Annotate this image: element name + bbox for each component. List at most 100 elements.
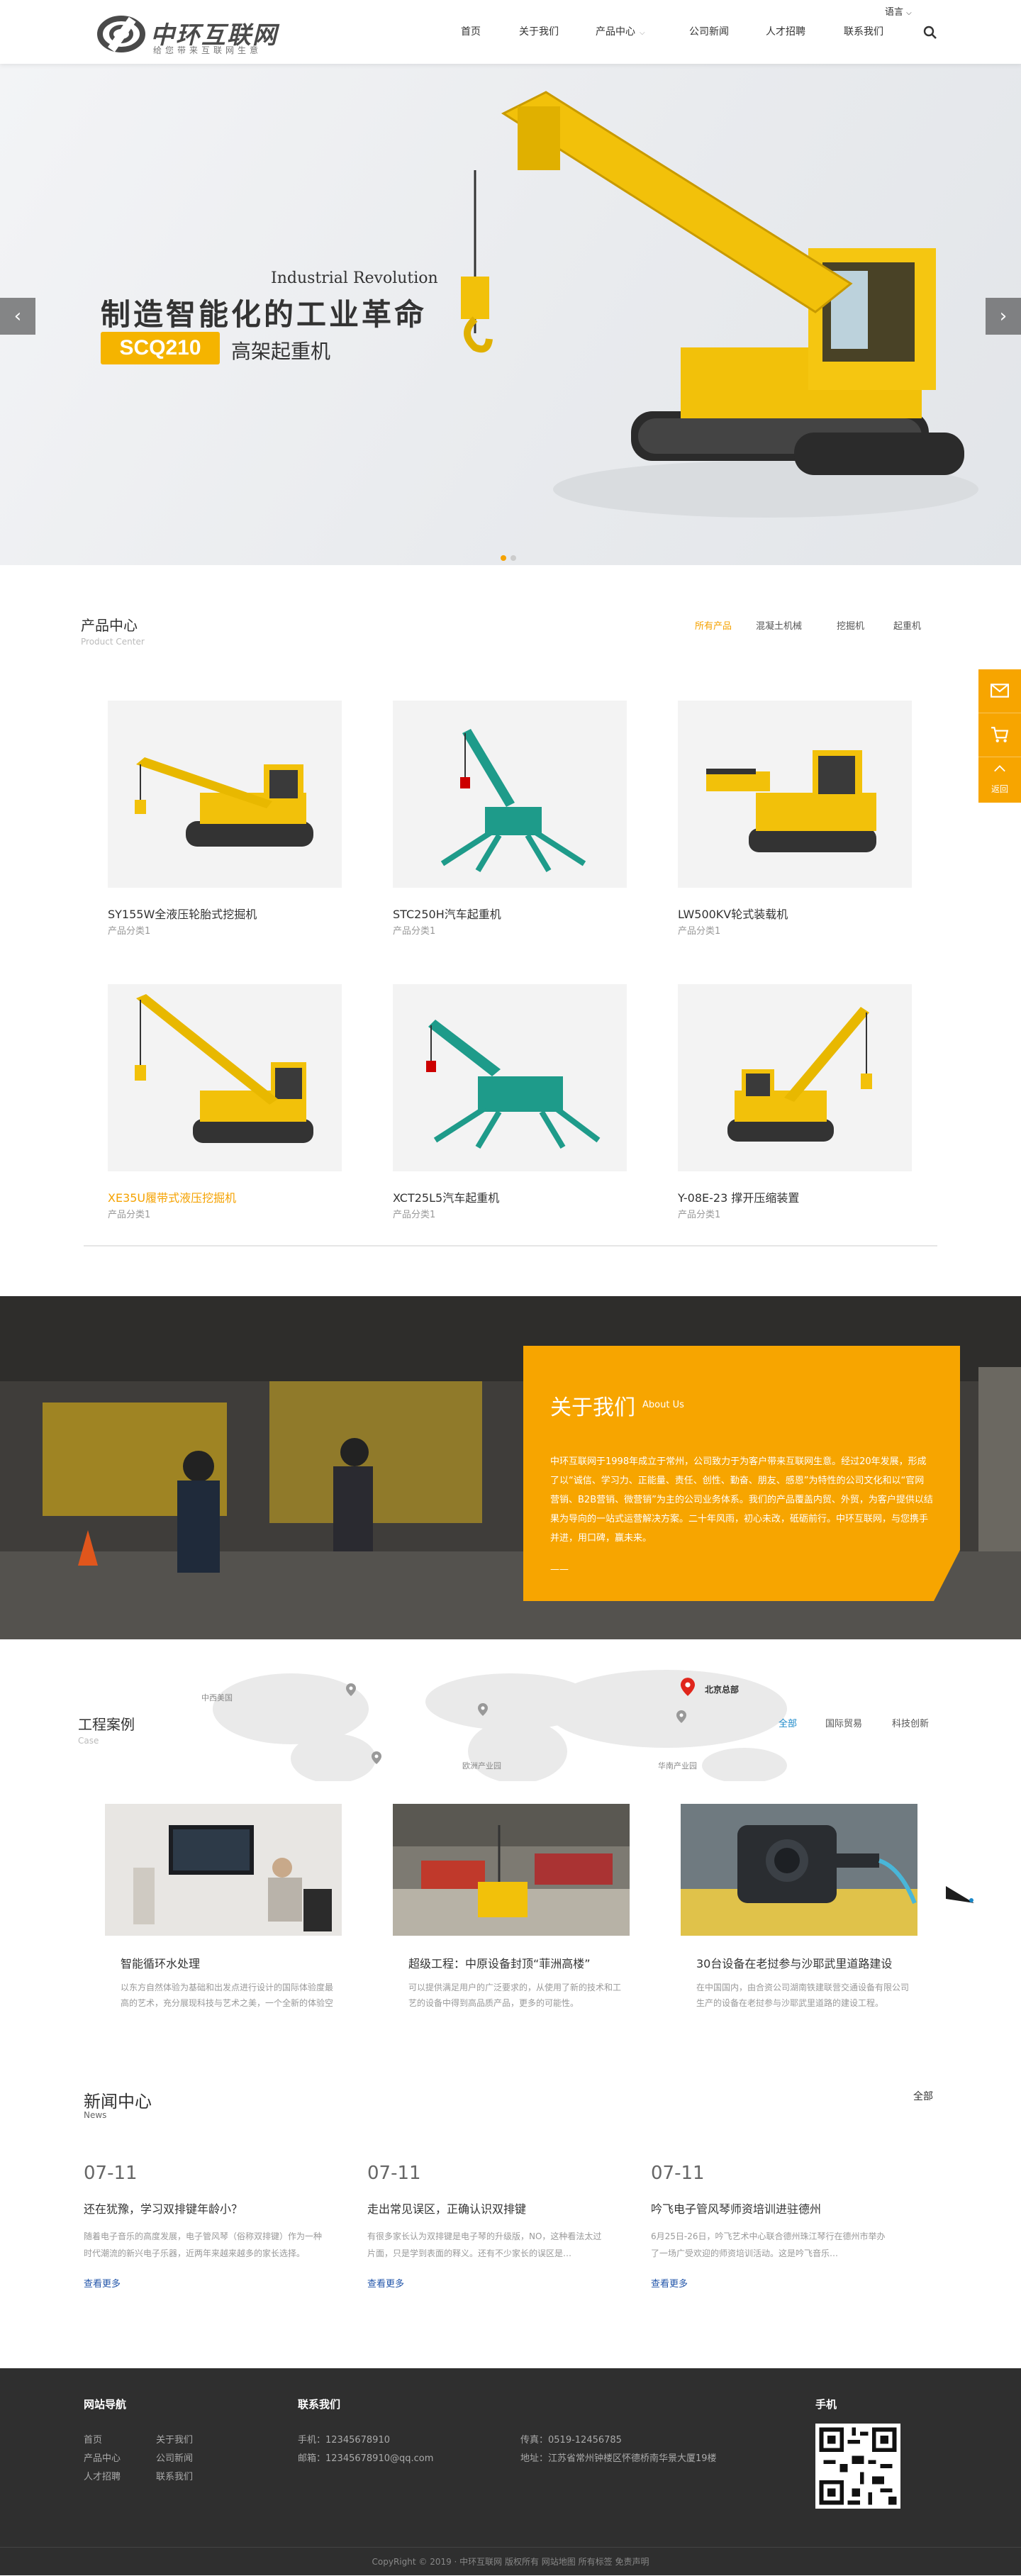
- news-date: 07-11: [651, 2163, 705, 2184]
- tab-all-products[interactable]: 所有产品: [695, 618, 732, 632]
- side-float-bar: 返回: [978, 669, 1021, 803]
- products-divider: [84, 1245, 937, 1247]
- banner-dot-2[interactable]: [510, 555, 516, 561]
- product-category: 产品分类1: [108, 1210, 151, 1220]
- nav-contact[interactable]: 联系我们: [844, 24, 883, 38]
- site-header: 中环互联网 给您带来互联网生意 语言 ⌵ 首页 关于我们 产品中心 ⌵ 公司新闻 …: [0, 0, 1021, 64]
- product-card[interactable]: XE35U履带式液压挖掘机 产品分类1: [81, 957, 364, 1241]
- tab-cranes[interactable]: 起重机: [893, 618, 921, 632]
- nav-products[interactable]: 产品中心 ⌵: [596, 24, 645, 38]
- news-subtitle: News: [84, 2110, 107, 2120]
- footer-link-about[interactable]: 关于我们: [156, 2432, 193, 2446]
- footer-link-news[interactable]: 公司新闻: [156, 2450, 193, 2464]
- footer-link-home[interactable]: 首页: [84, 2432, 102, 2446]
- banner-prev-button[interactable]: ‹: [0, 298, 35, 335]
- language-switch[interactable]: 语言 ⌵: [885, 4, 912, 18]
- crane-image: [727, 1007, 872, 1142]
- news-date: 07-11: [367, 2163, 421, 2184]
- news-more-link[interactable]: 查看更多: [367, 2276, 404, 2290]
- spider-crane-image: [440, 729, 586, 873]
- crane-illustration: [461, 91, 978, 518]
- case-card[interactable]: 30台设备在老挝参与沙耶武里道路建设 在中国国内，由合资公司湖南铁建联营交通设备…: [658, 1781, 930, 2022]
- product-category: 产品分类1: [678, 1210, 721, 1220]
- search-icon[interactable]: [923, 26, 937, 40]
- product-card[interactable]: SY155W全液压轮胎式挖掘机 产品分类1: [81, 674, 364, 957]
- case-photo: [393, 1804, 630, 1936]
- footer-link-contact[interactable]: 联系我们: [156, 2469, 193, 2482]
- map-pin-icon: [478, 1703, 488, 1716]
- footer-email: 邮箱：12345678910@qq.com: [298, 2453, 434, 2464]
- product-card[interactable]: XCT25L5汽车起重机 产品分类1: [366, 957, 649, 1241]
- footer-link-products[interactable]: 产品中心: [84, 2450, 121, 2464]
- product-name: XE35U履带式液压挖掘机: [108, 1191, 237, 1205]
- case-title: 30台设备在老挝参与沙耶武里道路建设: [696, 1957, 893, 1970]
- news-desc: 有很多家长认为双排键是电子琴的升级版，NO，这种看法太过片面，只是学到表面的释义…: [367, 2231, 602, 2258]
- side-message-button[interactable]: [978, 669, 1021, 713]
- map-label-us: 中西美国: [201, 1693, 233, 1702]
- product-category: 产品分类1: [108, 926, 151, 937]
- news-desc: 6月25日-26日，吟飞艺术中心联合德州珠江琴行在德州市举办了一场广受欢迎的师资…: [651, 2231, 886, 2258]
- news-item[interactable]: 07-11 还在犹豫，学习双排键年龄小？ 随着电子音乐的高度发展，电子管风琴（俗…: [84, 2163, 339, 2304]
- about-section: 关于我们 About Us 中环互联网于1998年成立于常州，公司致力于为客户带…: [0, 1296, 1021, 1639]
- logo-slogan: 给您带来互联网生意: [153, 45, 262, 55]
- news-title: 新闻中心: [84, 2092, 152, 2112]
- case-desc: 可以提供满足用户的广泛要求的，从使用了新的技术和工艺的设备中得到高品质产品，更多…: [408, 1983, 621, 2008]
- nav-home[interactable]: 首页: [461, 24, 481, 38]
- about-panel: 关于我们 About Us 中环互联网于1998年成立于常州，公司致力于为客户带…: [523, 1346, 960, 1601]
- nav-about[interactable]: 关于我们: [519, 24, 559, 38]
- about-more-link[interactable]: ——: [550, 1564, 569, 1575]
- product-name: STC250H汽车起重机: [393, 908, 501, 921]
- crane-image: [135, 757, 313, 847]
- cases-title: 工程案例: [78, 1716, 135, 1733]
- chevron-down-icon: ⌵: [640, 29, 645, 37]
- crane-image: [135, 994, 313, 1143]
- banner-next-button[interactable]: ›: [986, 298, 1021, 335]
- case-photo: [105, 1804, 342, 1936]
- news-more-link[interactable]: 查看更多: [651, 2276, 688, 2290]
- map-label-beijing: 北京总部: [705, 1685, 740, 1695]
- banner-dot-1[interactable]: [501, 555, 506, 561]
- news-item[interactable]: 07-11 吟飞电子管风琴师资培训进驻德州 6月25日-26日，吟飞艺术中心联合…: [651, 2163, 906, 2304]
- cases-subtitle: Case: [78, 1736, 99, 1746]
- language-label: 语言: [885, 7, 904, 18]
- product-image: [678, 984, 912, 1171]
- product-card[interactable]: STC250H汽车起重机 产品分类1: [366, 674, 649, 957]
- banner-pagination: [501, 550, 520, 564]
- product-image: [678, 701, 912, 888]
- qr-code-icon: [815, 2424, 900, 2509]
- side-cart-button[interactable]: [978, 713, 1021, 757]
- site-logo[interactable]: 中环互联网 给您带来互联网生意: [96, 13, 281, 55]
- map-label-europe: 欧洲产业园: [462, 1761, 501, 1771]
- footer-copyright: CopyRight © 2019 · 中环互联网 版权所有 网站地图 所有标签 …: [0, 2547, 1021, 2575]
- tab-cases-all[interactable]: 全部: [779, 1716, 797, 1729]
- tab-cases-tech[interactable]: 科技创新: [892, 1716, 929, 1729]
- about-text: 中环互联网于1998年成立于常州，公司致力于为客户带来互联网生意。经过20年发展…: [550, 1456, 933, 1544]
- cart-icon: [991, 727, 1009, 742]
- tab-cases-trade[interactable]: 国际贸易: [825, 1716, 862, 1729]
- news-all-link[interactable]: 全部: [913, 2089, 933, 2103]
- products-title: 产品中心: [81, 617, 138, 634]
- footer-mobile-title: 手机: [815, 2398, 837, 2411]
- tab-concrete-machinery[interactable]: 混凝土机械: [756, 618, 802, 632]
- product-name: LW500KV轮式装载机: [678, 908, 788, 921]
- nav-jobs[interactable]: 人才招聘: [766, 24, 805, 38]
- news-more-link[interactable]: 查看更多: [84, 2276, 121, 2290]
- case-card[interactable]: 智能循环水处理 以东方自然体验为基础和出发点进行设计的国际体验度最高的艺术，充分…: [82, 1781, 355, 2022]
- spider-crane-image: [426, 1020, 601, 1149]
- product-category: 产品分类1: [393, 1210, 436, 1220]
- footer-contact-title: 联系我们: [298, 2398, 341, 2411]
- cases-next-arrow-icon[interactable]: [946, 1886, 974, 1903]
- product-image: [108, 701, 342, 888]
- tab-excavators[interactable]: 挖掘机: [837, 618, 864, 632]
- product-card[interactable]: Y-08E-23 撑开压缩装置 产品分类1: [651, 957, 934, 1241]
- news-item[interactable]: 07-11 走出常见误区，正确认识双排键 有很多家长认为双排键是电子琴的升级版，…: [367, 2163, 623, 2304]
- product-card[interactable]: LW500KV轮式装载机 产品分类1: [651, 674, 934, 957]
- case-title: 超级工程：中原设备封顶“菲洲高楼”: [408, 1957, 591, 1970]
- nav-news[interactable]: 公司新闻: [689, 24, 729, 38]
- footer-link-jobs[interactable]: 人才招聘: [84, 2469, 121, 2482]
- arrow-up-icon: [994, 765, 1005, 772]
- product-name: SY155W全液压轮胎式挖掘机: [108, 908, 257, 921]
- about-title-en: About Us: [642, 1400, 684, 1410]
- case-card[interactable]: 超级工程：中原设备封顶“菲洲高楼” 可以提供满足用户的广泛要求的，从使用了新的技…: [370, 1781, 642, 2022]
- chevron-down-icon: ⌵: [906, 9, 912, 17]
